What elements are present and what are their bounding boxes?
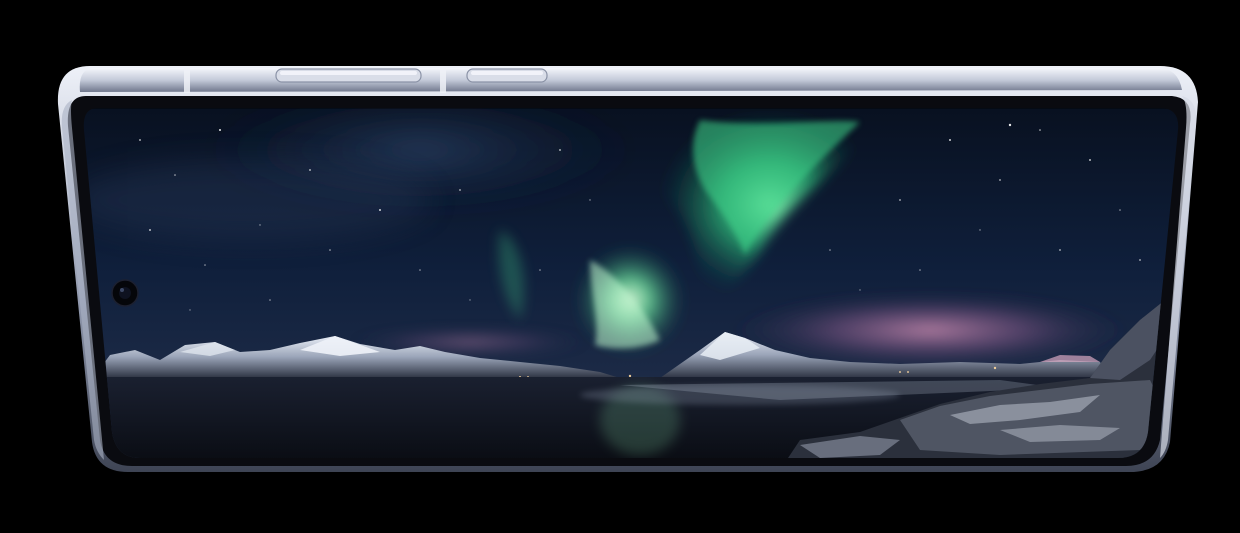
camera-punch-hole-icon (111, 279, 139, 307)
phone-illustration (57, 66, 1198, 472)
power-button-icon (466, 68, 548, 83)
wallpaper (83, 108, 1179, 458)
volume-rocker-icon (275, 68, 422, 83)
phone-scene (0, 0, 1240, 533)
